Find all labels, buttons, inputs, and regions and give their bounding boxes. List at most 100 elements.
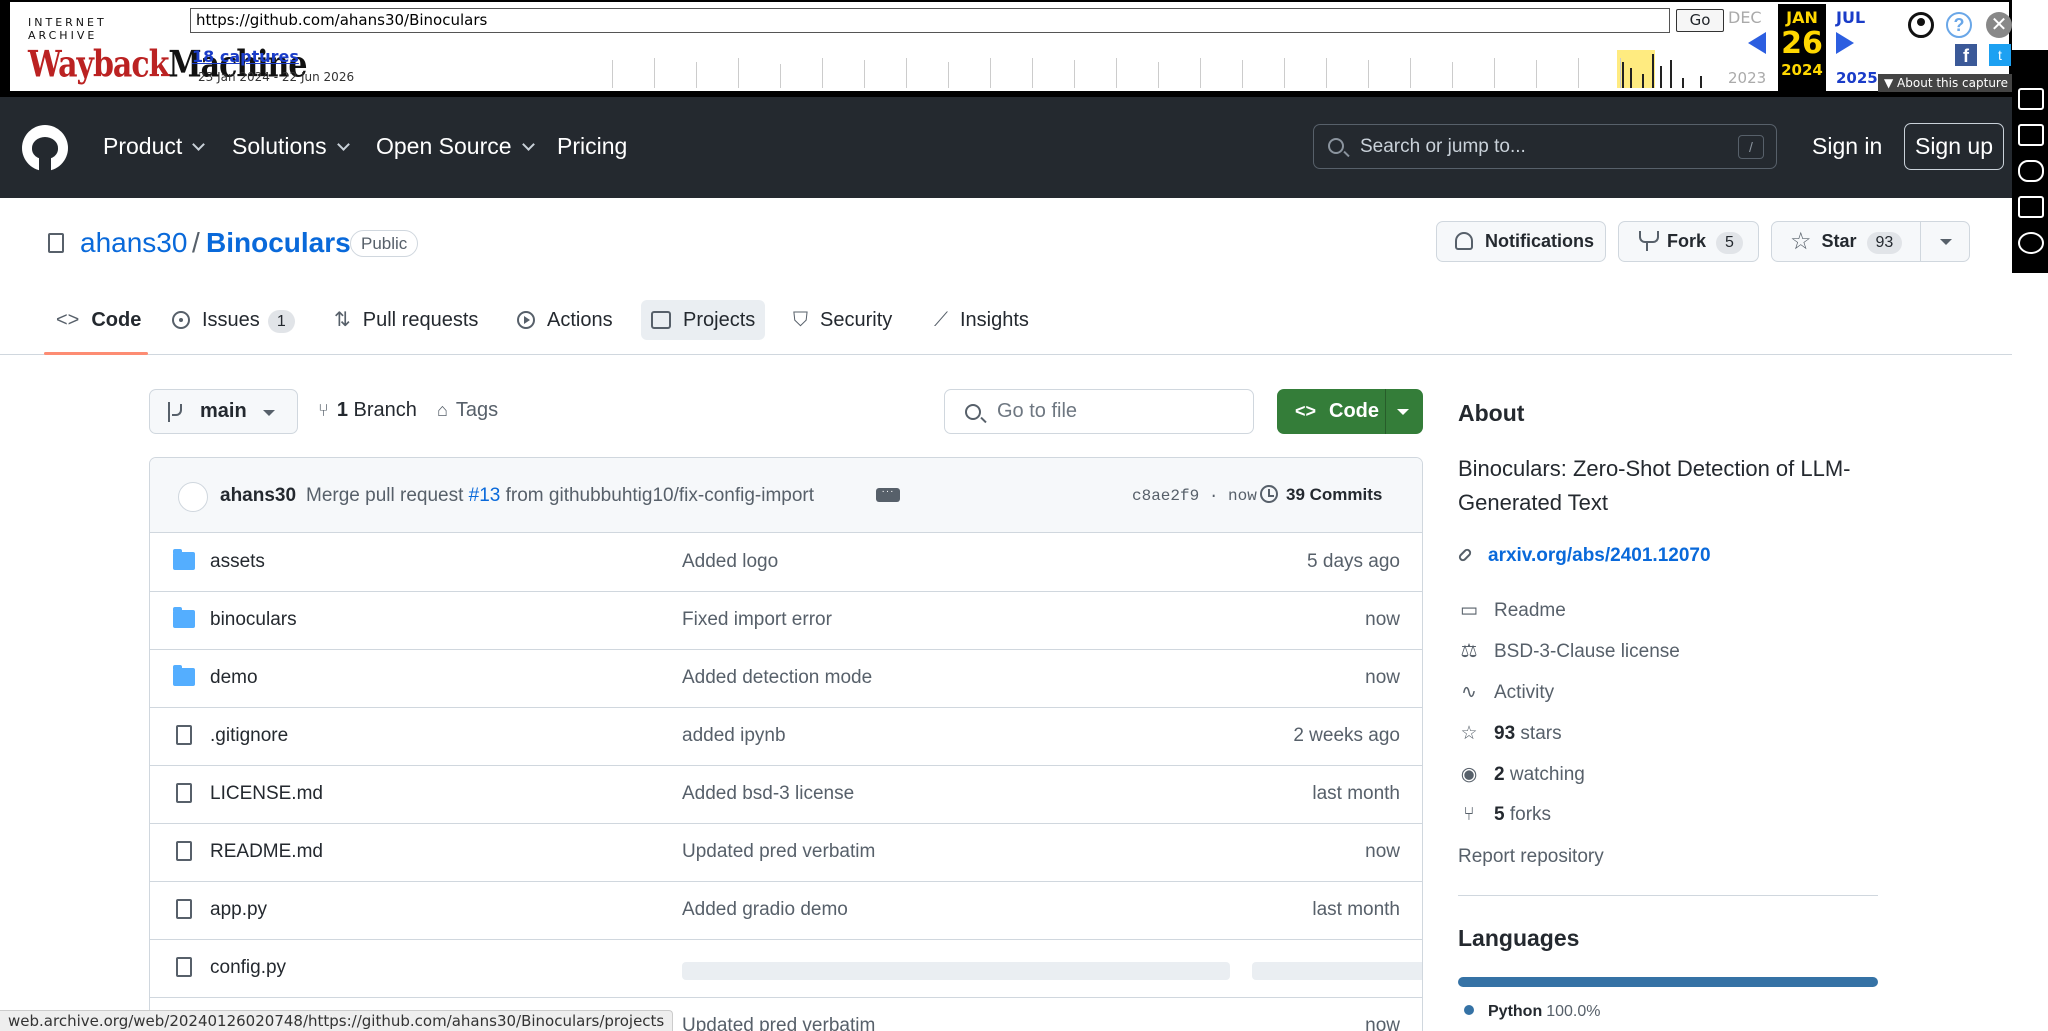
tab-code[interactable]: <> Code (46, 300, 151, 340)
file-commit-message[interactable]: Updated pred verbatim (682, 1015, 875, 1031)
loading-placeholder (682, 962, 1230, 980)
code-button[interactable]: <> Code (1277, 389, 1423, 434)
file-commit-message[interactable]: Fixed import error (682, 609, 832, 631)
homepage-link[interactable]: arxiv.org/abs/2401.12070 (1457, 545, 1711, 567)
file-name-link[interactable]: LICENSE.md (210, 783, 323, 805)
repo-owner-link[interactable]: ahans30 (80, 227, 187, 259)
tab-issues[interactable]: Issues 1 (162, 300, 305, 340)
video-icon[interactable] (2018, 124, 2044, 146)
wayback-logo[interactable]: INTERNET ARCHIVE WaybackMachine (28, 16, 307, 86)
file-commit-message[interactable]: Added gradio demo (682, 899, 848, 921)
repo-tabs: <> Code Issues 1 ⇅ Pull requests Actions Pr… (0, 290, 2012, 355)
repo-name-link[interactable]: Binoculars (206, 227, 351, 259)
tags-link[interactable]: ⌂ Tags (437, 399, 498, 422)
twitter-icon[interactable]: t (1989, 44, 2011, 66)
sparkline-capture-bar (1700, 76, 1702, 88)
gear-icon[interactable] (2018, 232, 2044, 254)
forks-link[interactable]: ⑂ 5 forks (1458, 804, 1551, 826)
star-dropdown-button[interactable] (1920, 221, 1970, 262)
file-name-link[interactable]: .gitignore (210, 725, 288, 747)
tab-pull-requests[interactable]: ⇅ Pull requests (324, 300, 488, 340)
file-name-link[interactable]: app.py (210, 899, 267, 921)
watchers-link[interactable]: ◉ 2 watching (1458, 763, 1585, 786)
table-row[interactable]: assets Added logo 5 days ago (150, 534, 1422, 592)
sign-up-button[interactable]: Sign up (1904, 123, 2004, 170)
nav-solutions[interactable]: Solutions (232, 133, 350, 160)
pages-icon[interactable] (2018, 196, 2044, 218)
wayback-go-button[interactable]: Go (1676, 9, 1724, 32)
facebook-icon[interactable]: f (1955, 44, 1977, 66)
activity-link[interactable]: ∿ Activity (1458, 681, 1554, 704)
wayback-prev-arrow-icon[interactable] (1748, 32, 1766, 54)
language-item[interactable]: Python 100.0% (1464, 1003, 1600, 1021)
shield-icon: ⛉ (793, 309, 808, 331)
github-logo-icon[interactable] (22, 125, 68, 171)
user-icon[interactable] (1908, 12, 1934, 38)
search-input[interactable]: Search or jump to... / (1313, 124, 1777, 169)
branch-icon (168, 402, 182, 422)
table-row[interactable]: app.py Added gradio demo last month (150, 882, 1422, 940)
tab-insights[interactable]: ⟋ Insights (924, 300, 1039, 340)
fork-button[interactable]: Fork 5 (1618, 221, 1759, 262)
avatar[interactable] (178, 482, 208, 512)
nav-open-source[interactable]: Open Source (376, 133, 535, 160)
tab-actions[interactable]: Actions (507, 300, 623, 340)
wayback-url-input[interactable]: https://github.com/ahans30/Binoculars (190, 8, 1670, 33)
sign-in-link[interactable]: Sign in (1812, 133, 1882, 160)
wayback-current-date: JAN 26 2024 (1778, 4, 1826, 91)
table-row[interactable]: demo Added detection mode now (150, 650, 1422, 708)
file-commit-message[interactable]: Updated pred verbatim (682, 841, 875, 863)
file-name-link[interactable]: binoculars (210, 609, 297, 631)
commit-author-link[interactable]: ahans30 (220, 485, 296, 507)
table-row[interactable]: config.py (150, 940, 1422, 998)
table-row[interactable]: .gitignore added ipynb 2 weeks ago (150, 708, 1422, 766)
wayback-prev-month[interactable]: DEC (1728, 8, 1762, 27)
commit-sha[interactable]: c8ae2f9 · now (1132, 487, 1257, 505)
close-icon[interactable]: ✕ (1986, 12, 2012, 38)
tab-projects[interactable]: Projects (641, 300, 766, 340)
stars-link[interactable]: ☆ 93 stars (1458, 722, 1561, 745)
wayback-next-year[interactable]: 2025 (1836, 69, 1878, 87)
wayback-captures-link[interactable]: 18 captures (192, 47, 299, 66)
nav-product[interactable]: Product (103, 133, 206, 160)
branches-link[interactable]: ⑂ 1 Branch (318, 399, 417, 422)
visibility-badge: Public (350, 230, 419, 257)
report-repository-link[interactable]: Report repository (1458, 846, 1604, 868)
code-icon: <> (56, 309, 80, 331)
file-commit-message[interactable]: Added bsd-3 license (682, 783, 854, 805)
tab-security[interactable]: ⛉ Security (783, 300, 902, 340)
table-row[interactable]: README.md Updated pred verbatim now (150, 824, 1422, 882)
table-row[interactable]: binoculars Fixed import error now (150, 592, 1422, 650)
microphone-icon[interactable] (2018, 160, 2044, 182)
help-icon[interactable]: ? (1946, 12, 1972, 38)
ellipsis-icon[interactable]: ··· (876, 487, 900, 502)
file-commit-message[interactable]: Added logo (682, 551, 778, 573)
language-color-dot (1464, 1005, 1474, 1015)
file-commit-message[interactable]: Added detection mode (682, 667, 872, 689)
commits-link[interactable]: 39 Commits (1260, 485, 1382, 505)
file-name-link[interactable]: README.md (210, 841, 323, 863)
sparkline-tick (990, 58, 991, 88)
pr-link[interactable]: #13 (469, 485, 501, 506)
readme-link[interactable]: ▭ Readme (1458, 599, 1566, 622)
wayback-next-month[interactable]: JUL (1836, 8, 1865, 27)
table-row[interactable]: LICENSE.md Added bsd-3 license last mont… (150, 766, 1422, 824)
license-link[interactable]: ⚖ BSD-3-Clause license (1458, 640, 1679, 663)
wayback-prev-year[interactable]: 2023 (1728, 69, 1766, 87)
file-name-link[interactable]: demo (210, 667, 258, 689)
wayback-next-arrow-icon[interactable] (1836, 32, 1854, 54)
wayback-sparkline[interactable] (612, 50, 1712, 88)
file-name-link[interactable]: config.py (210, 957, 286, 979)
go-to-file-input[interactable]: Go to file (944, 389, 1254, 434)
commit-message[interactable]: Merge pull request #13 from githubbuhtig… (306, 485, 814, 507)
file-name-link[interactable]: assets (210, 551, 265, 573)
nav-pricing[interactable]: Pricing (557, 133, 627, 160)
camera-icon[interactable] (2018, 88, 2044, 110)
star-button[interactable]: ☆ Star 93 (1771, 221, 1921, 262)
file-commit-message[interactable]: added ipynb (682, 725, 786, 747)
file-date: 2 weeks ago (1293, 725, 1400, 746)
law-icon: ⚖ (1460, 641, 1478, 662)
about-capture-button[interactable]: ▼ About this capture (1878, 74, 2016, 92)
branch-selector[interactable]: main (149, 389, 298, 434)
notifications-button[interactable]: Notifications (1436, 221, 1606, 262)
